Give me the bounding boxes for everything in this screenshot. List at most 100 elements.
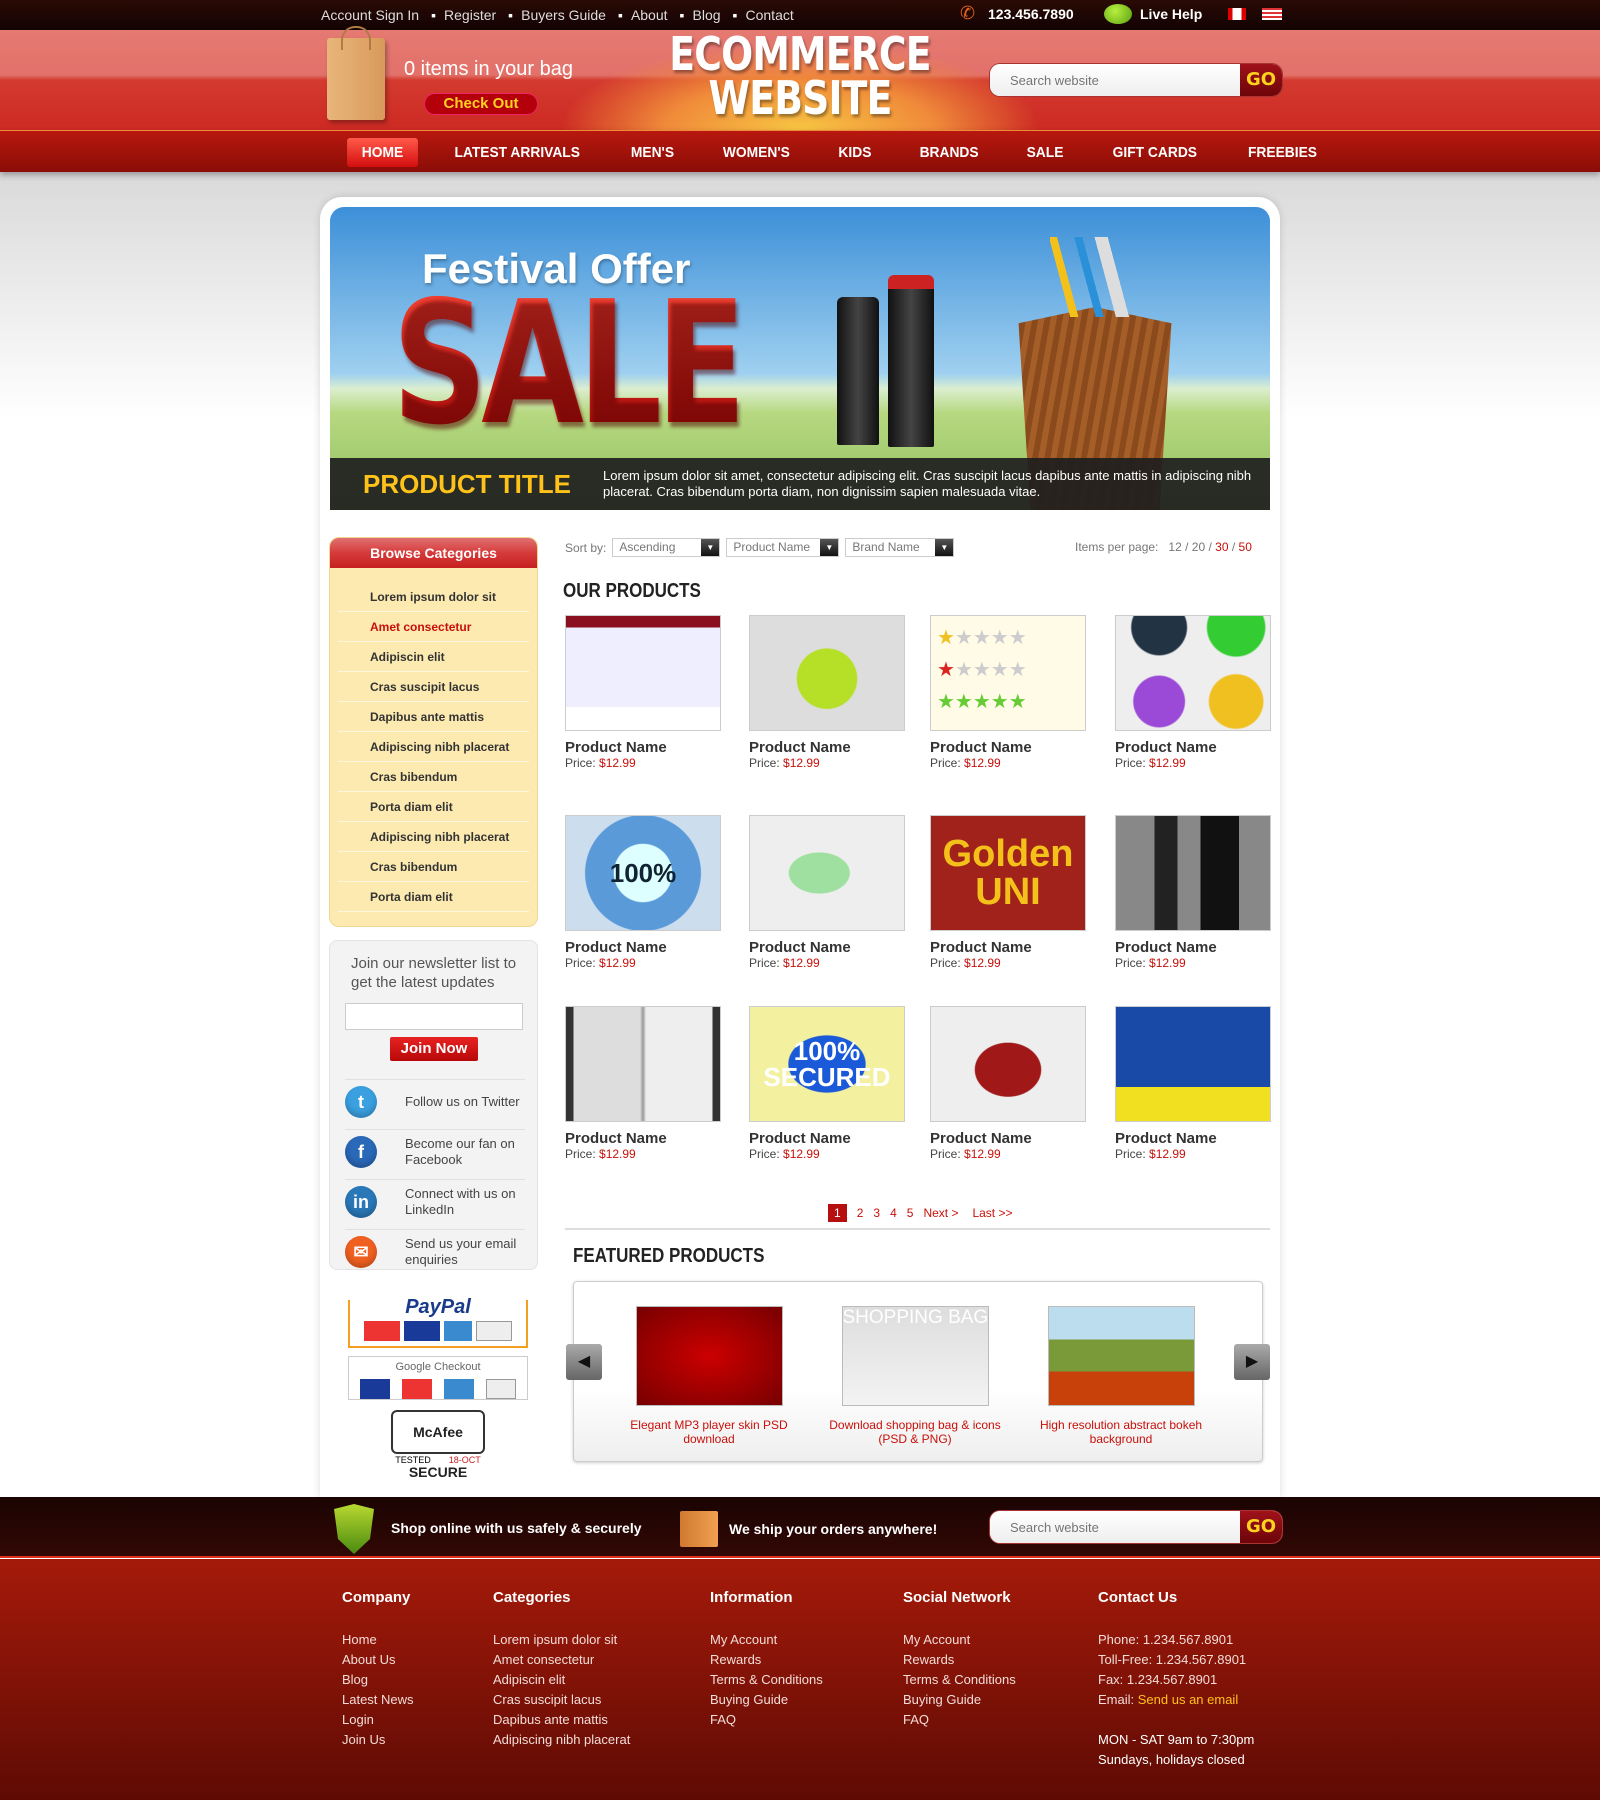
footer-link[interactable]: Home [342,1630,414,1650]
last-page-link[interactable]: Last >> [972,1206,1012,1220]
product-name[interactable]: Product Name [565,939,723,956]
footer-link[interactable]: Amet consectetur [493,1650,630,1670]
top-link[interactable]: Account Sign In [321,7,419,23]
product-image-open-book[interactable] [565,1006,721,1122]
footer-link[interactable]: Join Us [342,1730,414,1750]
hero-banner[interactable]: Festival Offer SALE PRODUCT TITLE Lorem … [330,207,1270,510]
product-card[interactable]: Product Name Price: $12.99 [1115,1006,1273,1161]
items-per-page-option[interactable]: 12 [1168,540,1181,554]
footer-link[interactable]: Cras suscipit lacus [493,1690,630,1710]
category-item[interactable]: Porta diam elit [338,792,529,822]
product-image-treasure-chest[interactable] [930,1006,1086,1122]
product-name[interactable]: Product Name [1115,939,1273,956]
product-image-satisfaction-seal[interactable]: 100% [565,815,721,931]
product-card[interactable]: Product Name Price: $12.99 [1115,815,1273,970]
items-per-page-option[interactable]: 50 [1239,540,1252,554]
top-link[interactable]: About [631,7,668,23]
product-name[interactable]: Product Name [930,739,1088,756]
usa-flag-icon[interactable] [1262,8,1282,20]
footer-link[interactable]: Buying Guide [903,1690,1016,1710]
footer-link[interactable]: Dapibus ante mattis [493,1710,630,1730]
product-card[interactable]: Product Name Price: $12.99 [1115,615,1273,770]
product-card[interactable]: Product Name Price: $12.99 [565,615,723,770]
footer-link[interactable]: Terms & Conditions [710,1670,823,1690]
page-link[interactable]: 4 [890,1206,897,1220]
footer-link[interactable]: FAQ [903,1710,1016,1730]
product-image-green-bag[interactable] [749,615,905,731]
featured-item[interactable]: High resolution abstract bokeh backgroun… [1031,1306,1211,1446]
footer-link[interactable]: Rewards [903,1650,1016,1670]
live-help-link[interactable]: Live Help [1140,6,1202,22]
nav-item-home[interactable]: HOME [347,138,418,167]
nav-item-latest-arrivals[interactable]: LATEST ARRIVALS [440,138,595,167]
category-item[interactable]: Amet consectetur [338,612,529,642]
page-link[interactable]: 1 [828,1204,847,1222]
footer-link[interactable]: Adipiscin elit [493,1670,630,1690]
product-name[interactable]: Product Name [565,1130,723,1147]
nav-item-women-s[interactable]: WOMEN'S [708,138,804,167]
product-card[interactable]: 100% Product Name Price: $12.99 [565,815,723,970]
page-link[interactable]: 2 [857,1206,864,1220]
product-image-social-icons[interactable] [1115,615,1271,731]
site-logo[interactable]: ECOMMERCE WEBSITE [669,31,931,121]
product-card[interactable]: Golden UNI Product Name Price: $12.99 [930,815,1088,970]
sort-order-select[interactable]: Ascending ▼ [612,538,721,557]
footer-link[interactable]: Blog [342,1670,414,1690]
featured-title[interactable]: Download shopping bag & icons (PSD & PNG… [825,1418,1005,1446]
social-link[interactable]: ✉ Send us your email enquiries [345,1229,525,1268]
checkout-button[interactable]: Check Out [424,93,538,115]
footer-link[interactable]: Lorem ipsum dolor sit [493,1630,630,1650]
footer-link[interactable]: Latest News [342,1690,414,1710]
product-card[interactable]: 100% SECURED Product Name Price: $12.99 [749,1006,907,1161]
chat-bubble-icon[interactable] [1104,4,1132,24]
items-per-page-option[interactable]: 20 [1192,540,1205,554]
featured-image[interactable]: SHOPPING BAGS [841,1306,989,1406]
footer-link[interactable]: My Account [710,1630,823,1650]
category-item[interactable]: Dapibus ante mattis [338,702,529,732]
social-link[interactable]: f Become our fan on Facebook [345,1129,525,1168]
social-link[interactable]: in Connect with us on LinkedIn [345,1179,525,1218]
footer-link[interactable]: Terms & Conditions [903,1670,1016,1690]
footer-link[interactable]: Buying Guide [710,1690,823,1710]
product-name[interactable]: Product Name [749,1130,907,1147]
product-name[interactable]: Product Name [749,739,907,756]
product-image-hut-icon[interactable] [1115,1006,1271,1122]
category-item[interactable]: Cras bibendum [338,762,529,792]
product-card[interactable]: Product Name Price: $12.99 [930,1006,1088,1161]
category-item[interactable]: Cras suscipit lacus [338,672,529,702]
nav-item-gift-cards[interactable]: GIFT CARDS [1098,138,1212,167]
product-image-website-template[interactable] [565,615,721,731]
nav-item-brands[interactable]: BRANDS [905,138,993,167]
product-name[interactable]: Product Name [1115,739,1273,756]
carousel-prev-button[interactable]: ◀ [566,1344,602,1380]
top-link[interactable]: Buyers Guide [521,7,606,23]
footer-link[interactable]: FAQ [710,1710,823,1730]
next-page-link[interactable]: Next > [923,1206,958,1220]
category-item[interactable]: Adipiscing nibh placerat [338,822,529,852]
product-card[interactable]: Product Name Price: $12.99 [565,1006,723,1161]
join-now-button[interactable]: Join Now [390,1037,478,1061]
social-link[interactable]: t Follow us on Twitter [345,1079,525,1118]
category-item[interactable]: Adipiscin elit [338,642,529,672]
footer-link[interactable]: Login [342,1710,414,1730]
top-link[interactable]: Register [444,7,496,23]
page-link[interactable]: 5 [907,1206,914,1220]
product-image-golden-font[interactable]: Golden UNI [930,815,1086,931]
product-name[interactable]: Product Name [749,939,907,956]
product-name[interactable]: Product Name [930,1130,1088,1147]
footer-search-go-button[interactable]: GO [1240,1511,1282,1543]
brand-select[interactable]: Brand Name ▼ [845,538,955,557]
featured-image[interactable] [635,1306,783,1406]
sort-field-select[interactable]: Product Name ▼ [726,538,840,557]
contact-email-link[interactable]: Send us an email [1138,1692,1238,1707]
shopping-bag-icon[interactable] [327,26,385,120]
featured-item[interactable]: SHOPPING BAGS Download shopping bag & ico… [825,1306,1005,1446]
footer-link[interactable]: Adipiscing nibh placerat [493,1730,630,1750]
search-input[interactable] [990,64,1240,96]
nav-item-freebies[interactable]: FREEBIES [1233,138,1331,167]
product-card[interactable]: Product Name Price: $12.99 [749,815,907,970]
featured-title[interactable]: High resolution abstract bokeh backgroun… [1031,1418,1211,1446]
product-card[interactable]: ★★★★★ ★★★★★ ★★★★★ Product Name Price: $12.99 [930,615,1088,770]
featured-item[interactable]: Elegant MP3 player skin PSD download [619,1306,799,1446]
product-name[interactable]: Product Name [565,739,723,756]
